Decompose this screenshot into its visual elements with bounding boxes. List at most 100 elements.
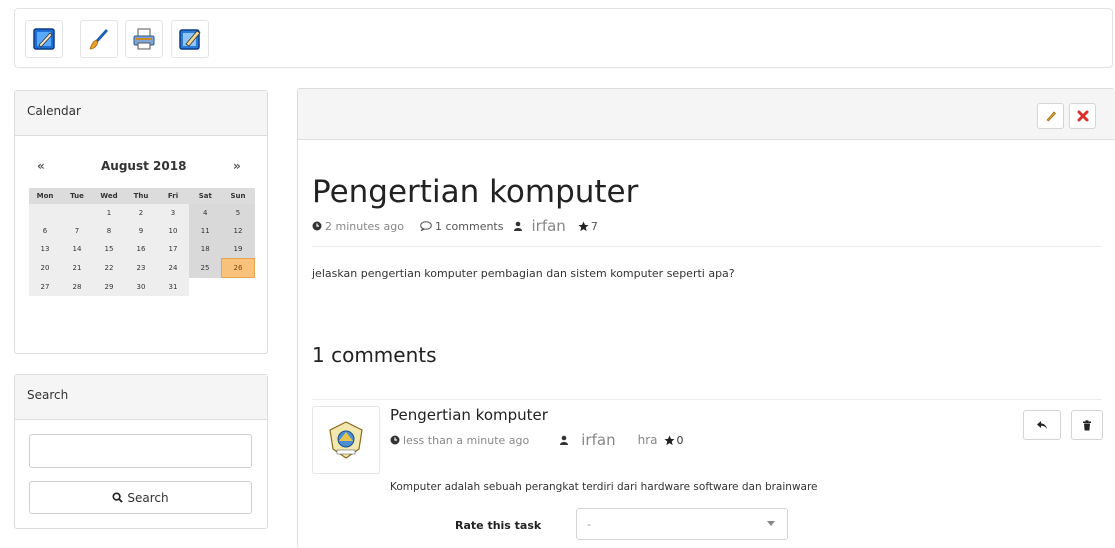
chevron-down-icon [767, 521, 775, 526]
user-icon [514, 221, 523, 231]
compose-button[interactable] [171, 20, 209, 58]
calendar-day[interactable]: 7 [61, 222, 93, 240]
calendar-day[interactable]: 21 [61, 258, 93, 278]
close-icon [1077, 110, 1088, 122]
reply-button[interactable] [1023, 410, 1061, 440]
calendar-empty-cell [189, 277, 222, 296]
printer-icon [133, 28, 155, 50]
trash-icon [1083, 419, 1091, 430]
rate-label: Rate this task [455, 519, 542, 532]
calendar-day[interactable]: 10 [157, 222, 189, 240]
comment-stars: 0 [676, 433, 684, 447]
comment-author[interactable]: irfan [581, 431, 615, 449]
calendar-day[interactable]: 29 [93, 277, 125, 296]
calendar-day[interactable]: 1 [93, 204, 125, 222]
calendar-day[interactable]: 6 [29, 222, 61, 240]
weekday-thu: Thu [125, 188, 157, 204]
calendar-prev-button[interactable]: « [37, 159, 45, 173]
post-body: jelaskan pengertian komputer pembagian d… [312, 267, 735, 280]
calendar-day[interactable]: 18 [189, 240, 222, 259]
calendar-day[interactable]: 16 [125, 240, 157, 259]
search-panel: Search Search [14, 374, 268, 529]
weekday-mon: Mon [29, 188, 61, 204]
search-heading: Search [15, 375, 267, 420]
rate-select[interactable]: - [576, 508, 788, 540]
calendar-empty-cell [29, 204, 61, 222]
calendar-week-row: 27 28 29 30 31 [29, 277, 255, 296]
edit-document-icon [33, 28, 55, 50]
calendar-day[interactable]: 30 [125, 277, 157, 296]
weekday-wed: Wed [93, 188, 125, 204]
weekday-tue: Tue [61, 188, 93, 204]
comment-time: less than a minute ago [403, 433, 530, 447]
delete-comment-button[interactable] [1071, 410, 1103, 440]
calendar-day[interactable]: 20 [29, 258, 61, 278]
weekday-sat: Sat [189, 188, 222, 204]
calendar-day[interactable]: 13 [29, 240, 61, 259]
calendar-days: 1 2 3 4 5 6 7 8 9 10 11 12 13 14 15 16 17 18 19 20 21 22 23 24 2… [29, 204, 255, 296]
calendar-day[interactable]: 28 [61, 277, 93, 296]
delete-post-button[interactable] [1069, 103, 1096, 129]
calendar-day[interactable]: 2 [125, 204, 157, 222]
calendar-day[interactable]: 23 [125, 258, 157, 278]
post-meta: 2 minutes ago 1 comments irfan 7 [312, 217, 598, 235]
post-author[interactable]: irfan [531, 217, 565, 235]
comment-text: Komputer adalah sebuah perangkat terdiri… [390, 481, 818, 493]
user-icon [560, 435, 569, 445]
calendar-heading: Calendar [15, 91, 267, 136]
comment-icon [420, 221, 432, 231]
clock-icon [312, 221, 322, 231]
calendar-day[interactable]: 12 [221, 222, 255, 240]
comment-tag: hra [637, 433, 658, 447]
calendar-day[interactable]: 5 [221, 204, 255, 222]
divider [312, 246, 1102, 247]
calendar-day[interactable]: 31 [157, 277, 189, 296]
search-button-label: Search [127, 490, 169, 505]
calendar-weekday-row: Mon Tue Wed Thu Fri Sat Sun [29, 188, 255, 204]
calendar-day[interactable]: 24 [157, 258, 189, 278]
weekday-fri: Fri [157, 188, 189, 204]
edit-post-button[interactable] [1037, 103, 1064, 129]
printer-button[interactable] [125, 20, 163, 58]
university-seal-icon [329, 421, 363, 459]
calendar-panel: Calendar « August 2018 » Mon Tue Wed Thu… [14, 90, 268, 354]
search-icon [112, 492, 124, 503]
calendar-day[interactable]: 8 [93, 222, 125, 240]
calendar-day[interactable]: 22 [93, 258, 125, 278]
calendar-day[interactable]: 9 [125, 222, 157, 240]
calendar-day[interactable]: 14 [61, 240, 93, 259]
calendar-day[interactable]: 3 [157, 204, 189, 222]
calendar-day[interactable]: 27 [29, 277, 61, 296]
edit-document-button[interactable] [25, 20, 63, 58]
calendar-week-row: 6 7 8 9 10 11 12 [29, 222, 255, 240]
calendar-day[interactable]: 25 [189, 258, 222, 278]
brush-button[interactable] [80, 20, 118, 58]
comment-avatar [312, 406, 380, 474]
post-header-bar [298, 89, 1115, 140]
calendar-week-row: 13 14 15 16 17 18 19 [29, 240, 255, 259]
calendar-empty-cell [61, 204, 93, 222]
calendar-day[interactable]: 19 [221, 240, 255, 259]
calendar-day[interactable]: 4 [189, 204, 222, 222]
calendar-grid: Mon Tue Wed Thu Fri Sat Sun 1 2 3 4 5 6 7 8 9 10 1… [29, 188, 255, 296]
divider [312, 399, 1102, 400]
weekday-sun: Sun [221, 188, 255, 204]
calendar-day[interactable]: 26 [221, 258, 255, 278]
calendar-day[interactable]: 15 [93, 240, 125, 259]
post-time: 2 minutes ago [325, 219, 404, 233]
calendar-day[interactable]: 11 [189, 222, 222, 240]
post-comments-count[interactable]: 1 comments [435, 220, 504, 233]
calendar-week-row: 12345 [29, 204, 255, 222]
search-button[interactable]: Search [29, 481, 252, 514]
reply-icon [1037, 421, 1047, 430]
compose-icon [179, 29, 201, 50]
calendar-week-row: 20 21 22 23 24 25 26 [29, 258, 255, 278]
search-input[interactable] [29, 434, 252, 468]
pencil-icon [1046, 111, 1056, 122]
calendar-day[interactable]: 17 [157, 240, 189, 259]
calendar-month-label: August 2018 [101, 159, 187, 173]
post-stars: 7 [590, 219, 598, 233]
post-title: Pengertian komputer [312, 174, 639, 210]
post-panel: Pengertian komputer 2 minutes ago 1 comm… [297, 88, 1115, 548]
calendar-next-button[interactable]: » [233, 159, 241, 173]
